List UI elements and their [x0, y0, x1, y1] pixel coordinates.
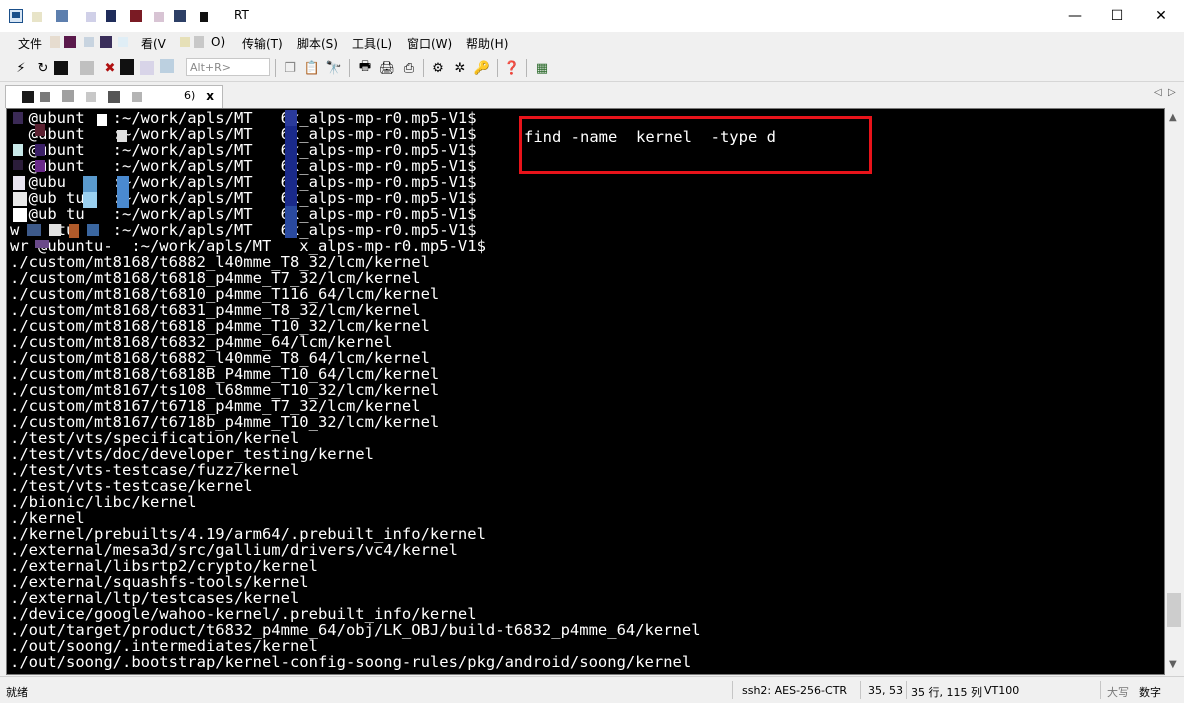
menu-options[interactable]: O) [211, 35, 225, 49]
toolbar: ⚡ ↻ ✖ Alt+R> ❐ 📋 🔭 🖶 🖨 ⎙ ⚙ ✲ 🔑 ❓ ▦ [0, 55, 1184, 82]
close-button[interactable]: ✕ [1138, 0, 1184, 32]
find-command: find -name kernel -type d [524, 128, 776, 146]
terminal-line: ./custom/mt8168/t6818_p4mme_T10_32/lcm/k… [10, 317, 430, 335]
menu-help[interactable]: 帮助(H) [466, 35, 508, 52]
window-title: RT [234, 8, 249, 22]
toolbar-separator [497, 59, 498, 77]
terminal-line: ./test/vts-testcase/fuzz/kernel [10, 461, 300, 479]
menu-bar: 文件 看(V O) 传输(T) 脚本(S) 工具(L) 窗口(W) 帮助(H) [0, 32, 1184, 54]
connect-icon[interactable]: ⚡ [12, 59, 30, 77]
toolbar-separator [526, 59, 527, 77]
status-cursor: 35, 53 [868, 684, 903, 697]
tab-label: 6) [184, 89, 196, 102]
redacted-title [32, 10, 232, 24]
redacted-tab [22, 90, 162, 104]
session-tab[interactable]: 6) x [5, 85, 223, 108]
status-separator [860, 681, 861, 699]
status-emulation: VT100 [984, 684, 1020, 697]
scroll-up-icon[interactable]: ▲ [1169, 112, 1177, 123]
disconnect-icon[interactable]: ✖ [101, 59, 119, 77]
redacted-menu-2 [180, 35, 208, 49]
terminal-line: ./test/vts-testcase/kernel [10, 477, 253, 495]
redacted-prompt [9, 110, 309, 256]
status-num: 数字 [1139, 686, 1161, 699]
terminal-line: ./device/google/wahoo-kernel/.prebuilt_i… [10, 605, 477, 623]
help-icon[interactable]: ❓ [503, 59, 521, 77]
status-separator [906, 681, 907, 699]
app-icon[interactable] [9, 9, 23, 23]
status-bar: 就绪 ssh2: AES-256-CTR 35, 53 35 行, 115 列 … [0, 676, 1184, 703]
terminal-output[interactable]: @ubunt :~/work/apls/MT 6x_alps-mp-r0.mp5… [6, 108, 1165, 675]
menu-view[interactable]: 看(V [141, 35, 166, 52]
status-separator [732, 681, 733, 699]
maximize-button[interactable]: ☐ [1094, 0, 1140, 32]
terminal-line: ./out/soong/.bootstrap/kernel-config-soo… [10, 653, 692, 671]
terminal-line: ./custom/mt8168/t6818_p4mme_T7_32/lcm/ke… [10, 269, 421, 287]
terminal-line: ./custom/mt8168/t6810_p4mme_T116_64/lcm/… [10, 285, 440, 303]
print-icon[interactable]: 🖶 [356, 59, 374, 77]
scroll-thumb[interactable] [1167, 593, 1181, 627]
terminal-line: ./custom/mt8168/t6831_p4mme_T8_32/lcm/ke… [10, 301, 421, 319]
tab-bar: 6) x ◁ ▷ [0, 82, 1184, 108]
menu-window[interactable]: 窗口(W) [407, 35, 452, 52]
reconnect-icon[interactable]: ↻ [34, 59, 52, 77]
terminal-line: ./test/vts/specification/kernel [10, 429, 300, 447]
print-setup-icon[interactable]: 🖨 [378, 59, 396, 77]
settings-icon[interactable]: ⚙ [429, 59, 447, 77]
menu-tools[interactable]: 工具(L) [352, 35, 392, 52]
quick-connect-input[interactable]: Alt+R> [186, 58, 270, 76]
scroll-down-icon[interactable]: ▼ [1169, 659, 1177, 670]
vertical-scrollbar[interactable]: ▲ ▼ [1165, 108, 1184, 675]
terminal-line: ./out/soong/.intermediates/kernel [10, 637, 318, 655]
toolbar-separator [349, 59, 350, 77]
terminal-line: ./out/target/product/t6832_p4mme_64/obj/… [10, 621, 701, 639]
print-selection-icon[interactable]: ⎙ [400, 59, 418, 77]
find-icon[interactable]: 🔭 [325, 59, 343, 77]
paste-icon[interactable]: 📋 [303, 59, 321, 77]
toolbar-separator [275, 59, 276, 77]
terminal-line: ./kernel [10, 509, 85, 527]
menu-file[interactable]: 文件 [18, 35, 42, 52]
terminal-line: ./custom/mt8168/t6882_l40mme_T8_64/lcm/k… [10, 349, 430, 367]
terminal-line: ./custom/mt8168/t6818B_P4mme_T10_64/lcm/… [10, 365, 440, 383]
title-bar: RT — ☐ ✕ [0, 0, 1184, 32]
tab-close-icon[interactable]: x [206, 89, 214, 103]
terminal-line: ./test/vts/doc/developer_testing/kernel [10, 445, 374, 463]
status-caps: 大写 [1107, 686, 1129, 699]
copy-icon[interactable]: ❐ [281, 59, 299, 77]
terminal-line: ./custom/mt8167/ts108_l68mme_T10_32/lcm/… [10, 381, 440, 399]
toolbar-separator [423, 59, 424, 77]
terminal-line: ./custom/mt8168/t6832_p4mme_64/lcm/kerne… [10, 333, 393, 351]
key-icon[interactable]: 🔑 [473, 59, 491, 77]
keymap-icon[interactable]: ▦ [533, 59, 551, 77]
terminal-line: ./external/ltp/testcases/kernel [10, 589, 300, 607]
terminal-line: ./external/mesa3d/src/gallium/drivers/vc… [10, 541, 458, 559]
menu-script[interactable]: 脚本(S) [297, 35, 338, 52]
terminal-line: ./custom/mt8168/t6882_l40mme_T8_32/lcm/k… [10, 253, 430, 271]
global-settings-icon[interactable]: ✲ [451, 59, 469, 77]
status-ready: 就绪 [6, 686, 28, 699]
menu-transfer[interactable]: 传输(T) [242, 35, 283, 52]
minimize-button[interactable]: — [1052, 0, 1098, 32]
status-cipher: ssh2: AES-256-CTR [742, 684, 848, 697]
status-size: 35 行, 115 列 [911, 686, 982, 699]
terminal-line: ./custom/mt8167/t6718_p4mme_T7_32/lcm/ke… [10, 397, 421, 415]
terminal-line: ./external/libsrtp2/crypto/kernel [10, 557, 318, 575]
terminal-line: ./bionic/libc/kernel [10, 493, 197, 511]
terminal-line: ./custom/mt8167/t6718b_p4mme_T10_32/lcm/… [10, 413, 440, 431]
terminal-line: ./external/squashfs-tools/kernel [10, 573, 309, 591]
redacted-toolbar [54, 59, 184, 77]
status-separator [1100, 681, 1101, 699]
redacted-menu [50, 35, 140, 49]
terminal-line: ./kernel/prebuilts/4.19/arm64/.prebuilt_… [10, 525, 486, 543]
tab-scroll-right-icon[interactable]: ▷ [1168, 87, 1176, 98]
tab-scroll-left-icon[interactable]: ◁ [1154, 87, 1162, 98]
